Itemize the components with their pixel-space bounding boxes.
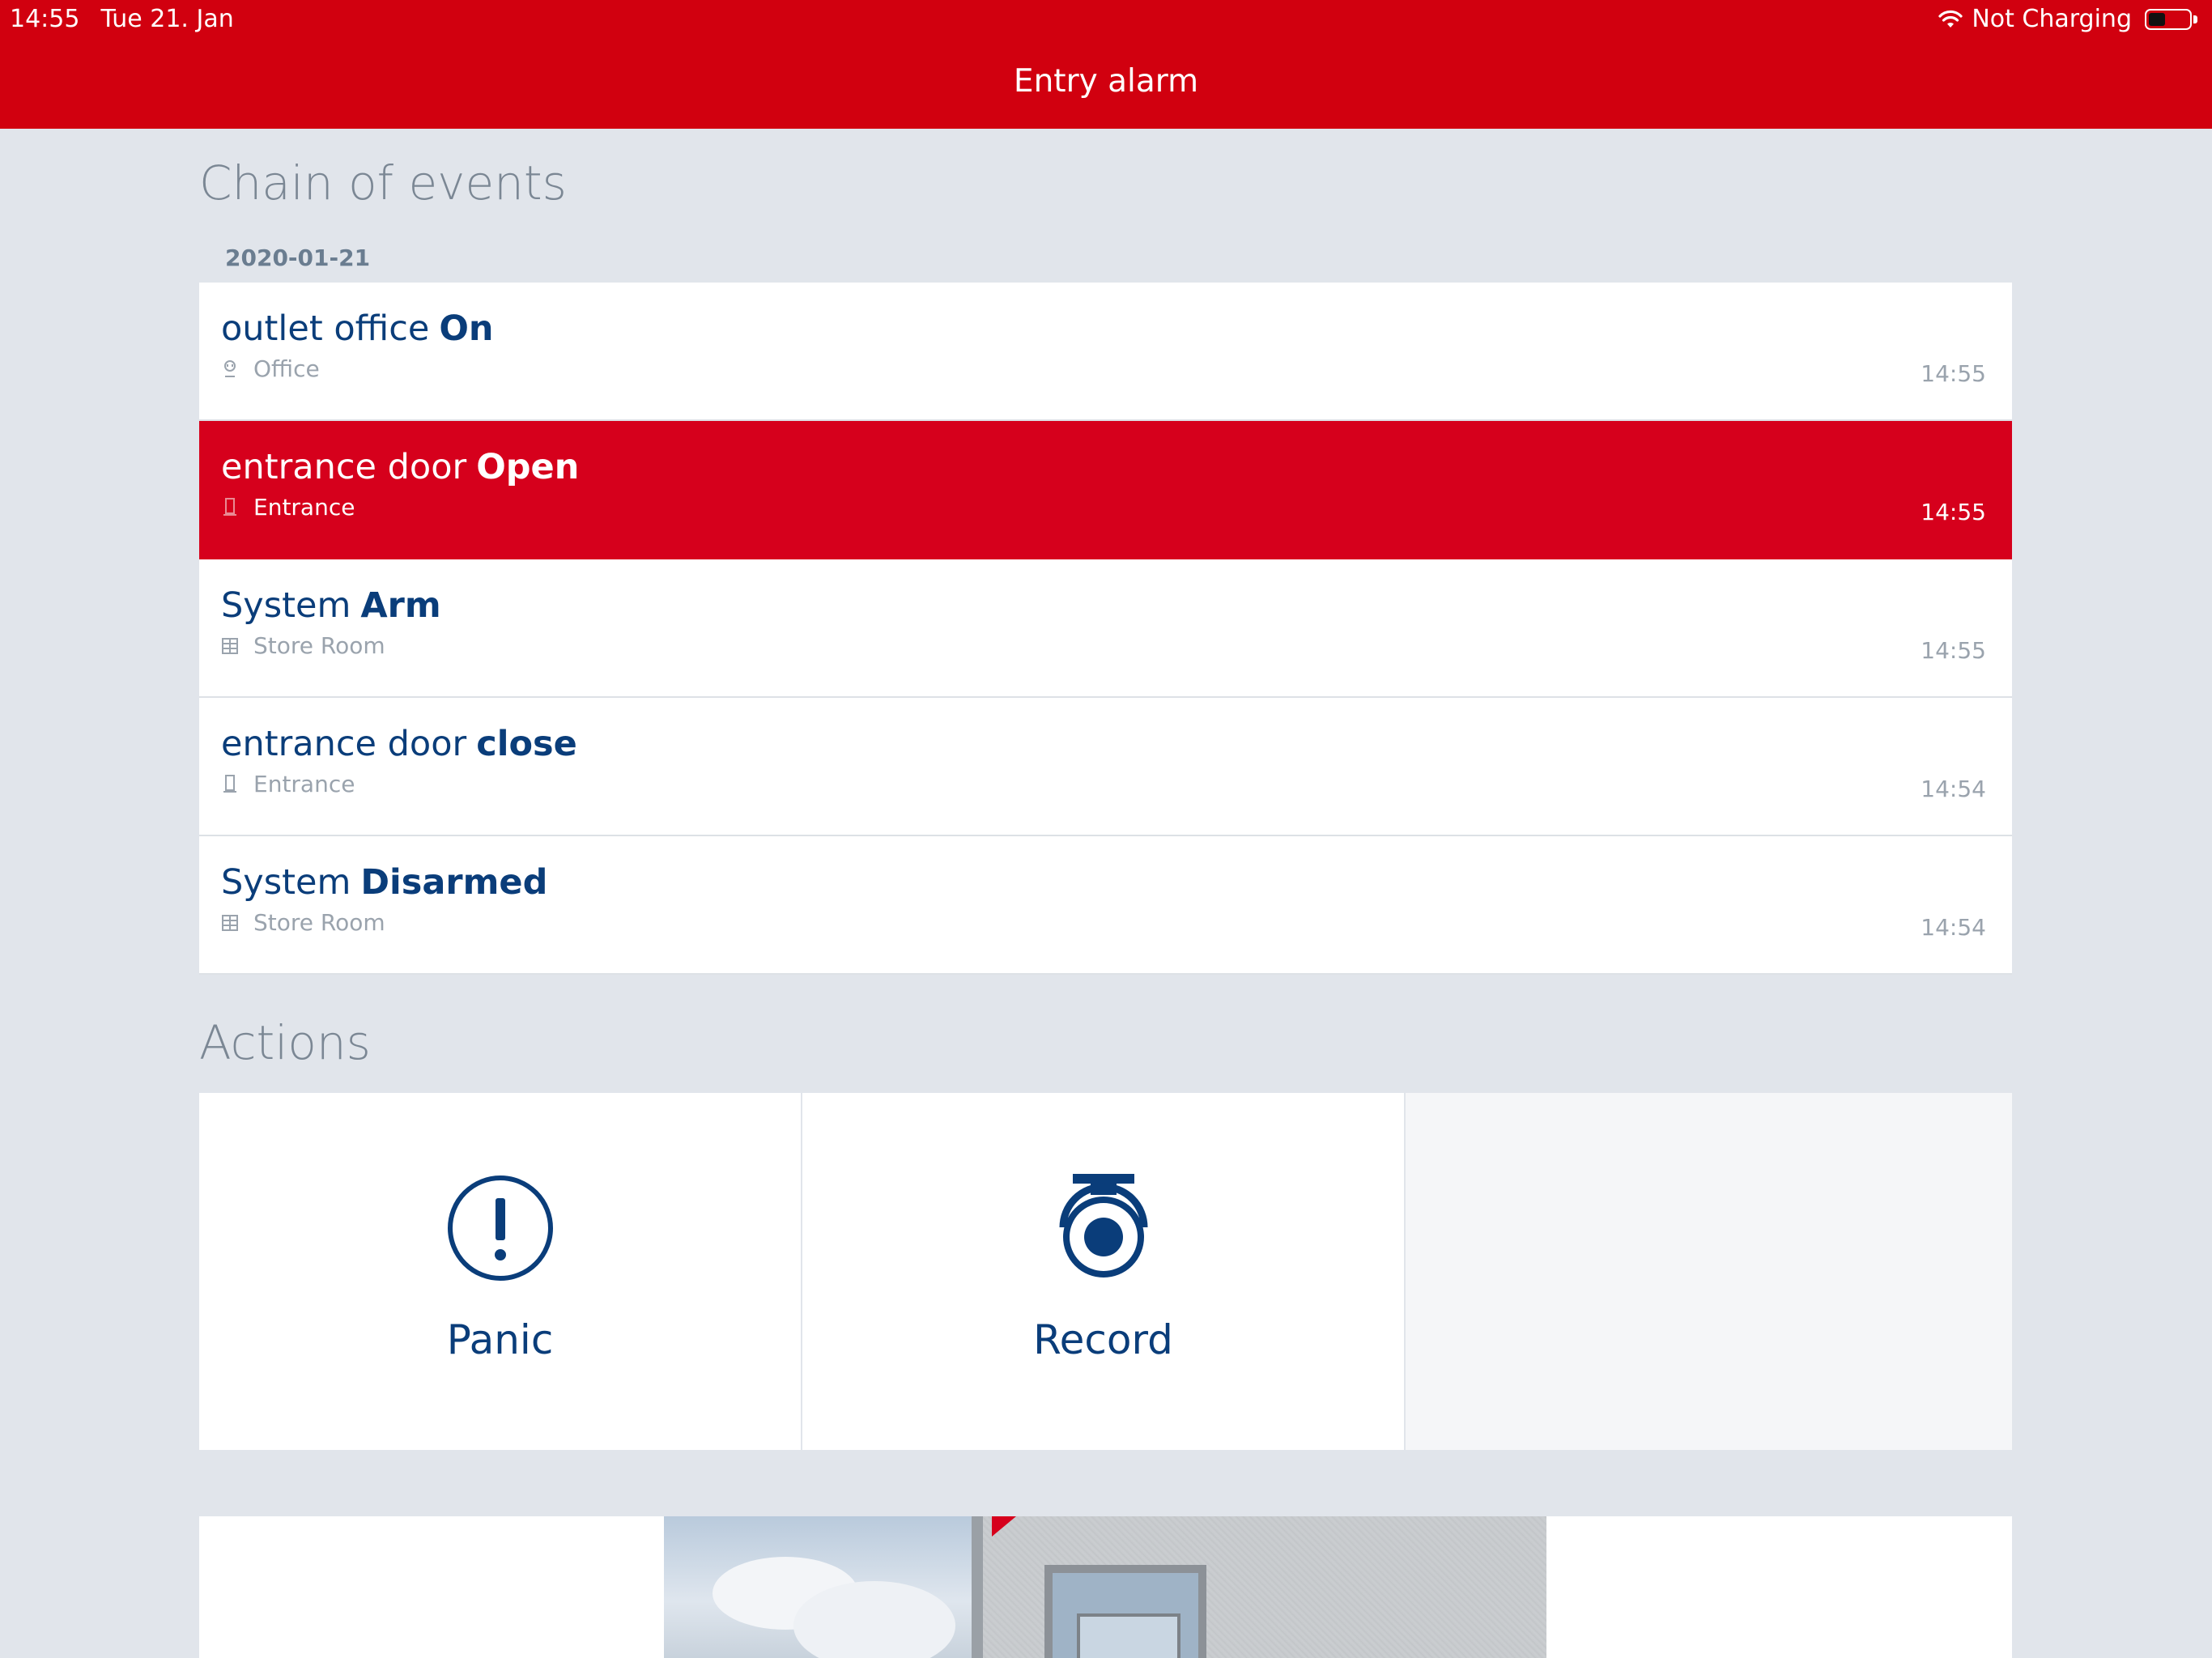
- event-time: 14:55: [1921, 499, 1986, 525]
- record-button[interactable]: Record: [802, 1093, 1406, 1450]
- charging-status: Not Charging: [1972, 5, 2132, 33]
- door-sensor-icon: [223, 774, 236, 793]
- door-sensor-icon: [223, 497, 236, 516]
- event-state: Disarmed: [360, 862, 548, 903]
- event-time: 14:55: [1921, 637, 1986, 664]
- event-room: Store Room: [253, 909, 385, 936]
- event-room: Entrance: [253, 494, 355, 521]
- actions-heading: Actions: [199, 1015, 371, 1070]
- panic-icon: [447, 1175, 553, 1281]
- actions-grid: Panic Record: [199, 1093, 2012, 1450]
- event-date: 2020-01-21: [225, 244, 371, 271]
- top-bar: 14:55 Tue 21. Jan Not Charging Entry alar…: [0, 0, 2212, 129]
- event-name: System: [221, 862, 351, 903]
- event-row[interactable]: outlet office On Office 14:55: [199, 283, 2012, 421]
- event-name: outlet office: [221, 308, 430, 349]
- event-list: outlet office On Office 14:55 entrance do…: [199, 283, 2012, 975]
- event-room: Entrance: [253, 771, 355, 797]
- event-time: 14:55: [1921, 360, 1986, 387]
- event-row-alarm[interactable]: entrance door Open Entrance 14:55: [199, 421, 2012, 559]
- chain-of-events-heading: Chain of events: [199, 155, 567, 210]
- panic-button[interactable]: Panic: [199, 1093, 802, 1450]
- event-state: On: [439, 308, 494, 349]
- event-state: close: [476, 724, 577, 764]
- status-bar-left: 14:55 Tue 21. Jan: [10, 5, 234, 33]
- event-row[interactable]: entrance door close Entrance 14:54: [199, 698, 2012, 836]
- event-name: entrance door: [221, 724, 467, 764]
- empty-action-slot: [1406, 1093, 2012, 1450]
- wifi-icon: [1938, 10, 1963, 28]
- record-label: Record: [1033, 1316, 1173, 1363]
- event-time: 14:54: [1921, 776, 1986, 802]
- event-state: Open: [476, 447, 580, 487]
- event-name: System: [221, 585, 351, 626]
- event-row[interactable]: System Disarmed Store Room 14:54: [199, 836, 2012, 975]
- event-room: Store Room: [253, 632, 385, 659]
- event-name: entrance door: [221, 447, 467, 487]
- camera-image-panel: [199, 1516, 2012, 1658]
- event-state: Arm: [360, 585, 441, 626]
- status-date: Tue 21. Jan: [100, 5, 234, 33]
- camera-icon: [1059, 1174, 1147, 1278]
- event-row[interactable]: System Arm Store Room 14:55: [199, 559, 2012, 698]
- status-time: 14:55: [10, 5, 80, 33]
- event-room: Office: [253, 355, 320, 382]
- page-title: Entry alarm: [1013, 63, 1199, 100]
- building-photo: [664, 1516, 1546, 1658]
- battery-icon: [2145, 8, 2192, 30]
- status-bar-right: Not Charging: [1938, 5, 2197, 33]
- event-time: 14:54: [1921, 914, 1986, 941]
- store-room-icon: [222, 637, 238, 654]
- store-room-icon: [222, 914, 238, 931]
- panic-label: Panic: [446, 1316, 554, 1363]
- outlet-icon: [224, 359, 236, 377]
